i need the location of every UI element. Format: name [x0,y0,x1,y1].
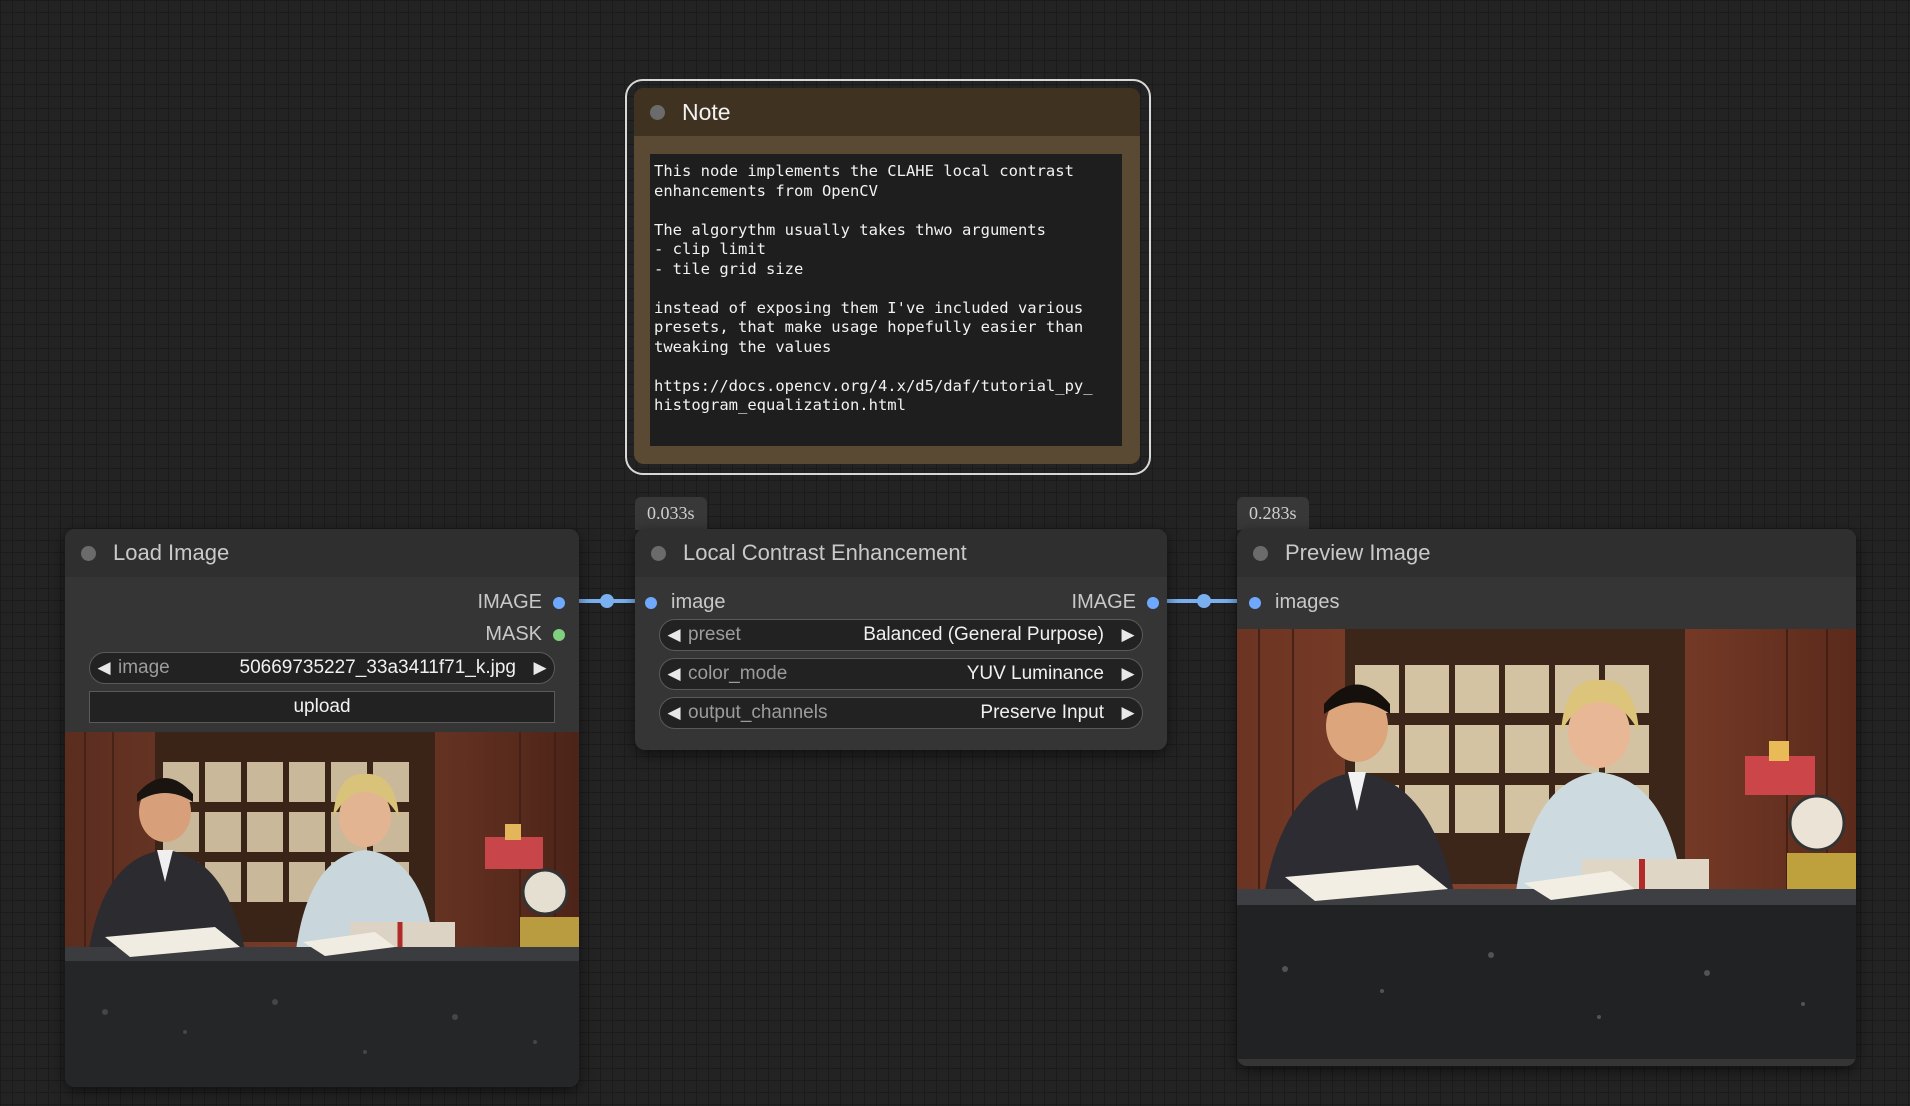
image-widget-name: image [118,657,170,678]
input-images-port[interactable] [1249,596,1261,609]
wire-midpoint-1[interactable] [600,594,614,608]
load-image-title: Load Image [113,540,230,565]
note-textarea[interactable]: This node implements the CLAHE local con… [650,154,1122,446]
local-contrast-node[interactable]: Local Contrast Enhancement image IMAGE ◀… [635,529,1167,750]
note-title: Note [682,98,731,125]
local-contrast-header[interactable]: Local Contrast Enhancement [635,529,1167,577]
collapse-dot-icon[interactable] [650,104,665,120]
note-node[interactable]: Note This node implements the CLAHE loca… [634,88,1140,464]
output-mask-label: MASK [485,623,542,645]
contrast-timing-badge: 0.033s [635,497,707,530]
load-image-header[interactable]: Load Image [65,529,579,577]
load-image-node[interactable]: Load Image IMAGE MASK ◀ image 5066973522… [65,529,579,1087]
color-mode-combo-widget[interactable]: ◀ color_mode YUV Luminance ▶ [659,658,1143,690]
output-image-port[interactable] [553,596,565,609]
input-image-label: image [671,591,726,613]
upload-button[interactable]: upload [89,691,555,723]
collapse-dot-icon[interactable] [651,545,666,561]
preview-image-title: Preview Image [1285,540,1431,565]
input-images[interactable]: images [1249,591,1339,614]
output-image-label: IMAGE [477,591,542,613]
color-mode-widget-name: color_mode [688,663,788,684]
input-images-label: images [1275,591,1340,613]
output-channels-combo-widget[interactable]: ◀ output_channels Preserve Input ▶ [659,697,1143,729]
preset-combo-widget[interactable]: ◀ preset Balanced (General Purpose) ▶ [659,619,1143,651]
preset-widget-value: Balanced (General Purpose) [863,624,1104,645]
arrow-right-icon[interactable]: ▶ [1114,664,1142,684]
output-channels-widget-name: output_channels [688,702,828,723]
input-image[interactable]: image [645,591,725,614]
preset-widget-name: preset [688,624,741,645]
collapse-dot-icon[interactable] [81,545,96,561]
preview-timing-badge: 0.283s [1237,497,1309,530]
local-contrast-title: Local Contrast Enhancement [683,540,967,565]
output-mask-port[interactable] [553,628,565,641]
preview-image-header[interactable]: Preview Image [1237,529,1856,577]
collapse-dot-icon[interactable] [1253,545,1268,561]
image-widget-value: 50669735227_33a3411f71_k.jpg [239,657,516,678]
output-image[interactable]: IMAGE [478,591,565,614]
arrow-right-icon[interactable]: ▶ [1114,625,1142,645]
note-header[interactable]: Note [634,88,1140,136]
arrow-right-icon[interactable]: ▶ [1114,703,1142,723]
output-channels-widget-value: Preserve Input [980,702,1104,723]
arrow-left-icon[interactable]: ◀ [90,658,118,678]
output-image-label: IMAGE [1071,591,1136,613]
arrow-left-icon[interactable]: ◀ [660,703,688,723]
preview-image-output [1237,629,1856,1059]
image-combo-widget[interactable]: ◀ image 50669735227_33a3411f71_k.jpg ▶ [89,652,555,684]
output-image-port[interactable] [1147,596,1159,609]
arrow-left-icon[interactable]: ◀ [660,625,688,645]
color-mode-widget-value: YUV Luminance [966,663,1104,684]
wire-midpoint-2[interactable] [1197,594,1211,608]
loaded-image-preview [65,732,579,1087]
arrow-right-icon[interactable]: ▶ [526,658,554,678]
output-image[interactable]: IMAGE [1072,591,1159,614]
preview-image-node[interactable]: Preview Image images [1237,529,1856,1066]
output-mask[interactable]: MASK [485,623,565,646]
input-image-port[interactable] [645,596,657,609]
arrow-left-icon[interactable]: ◀ [660,664,688,684]
